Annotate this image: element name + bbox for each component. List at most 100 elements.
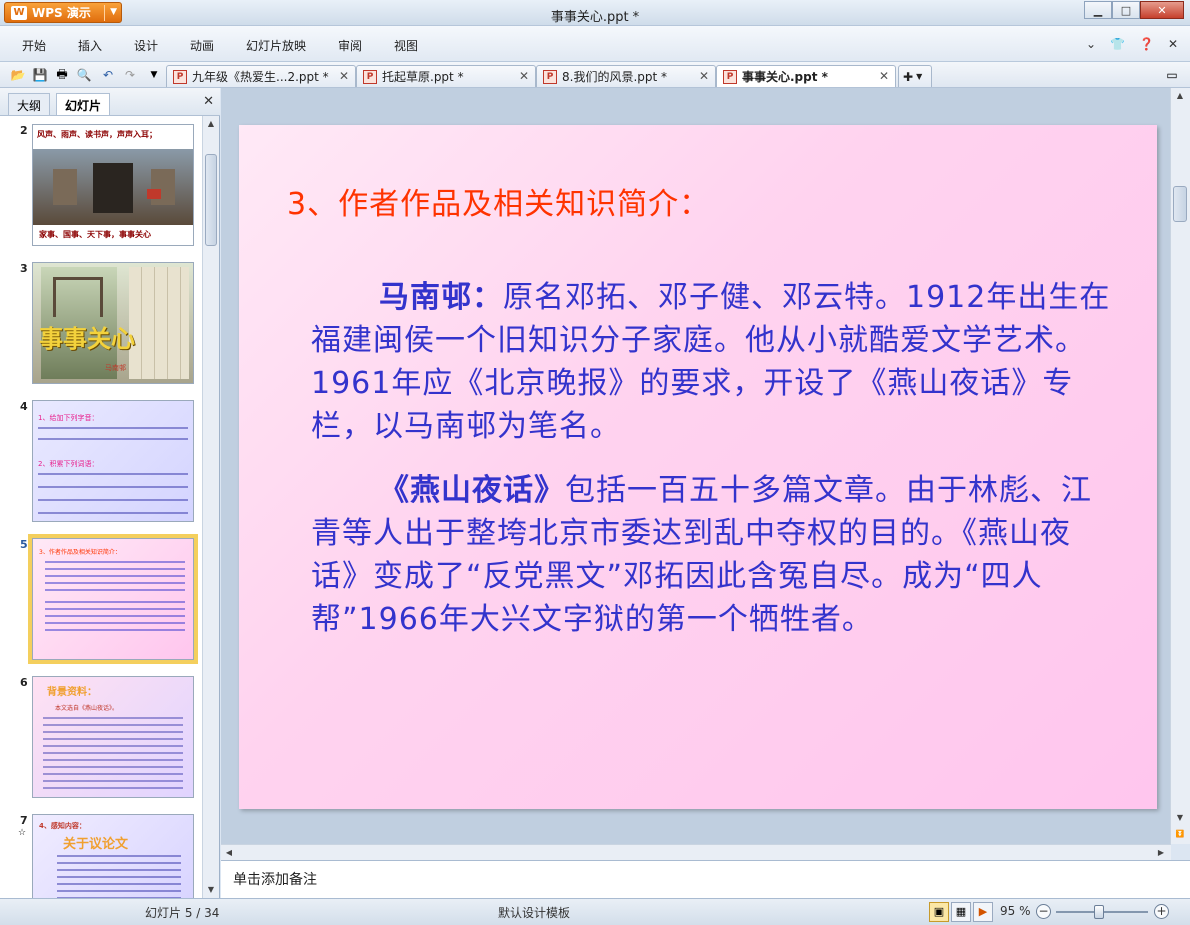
undo-icon[interactable]: ↶ — [100, 67, 116, 83]
tab-label: 事事关心.ppt * — [742, 70, 828, 84]
slide-number: 7 — [20, 814, 28, 827]
slide-number: 4 — [20, 400, 28, 413]
next-slide-icon[interactable]: ⏬ — [1171, 826, 1189, 842]
slide-thumbnail-3[interactable]: 事事关心 马南邨 — [32, 262, 194, 384]
scroll-left-icon[interactable]: ◀ — [221, 845, 237, 861]
thumb-heading: 4、感知内容： — [39, 822, 86, 830]
close-tab-icon[interactable]: ✕ — [339, 69, 349, 83]
normal-view-icon[interactable]: ▣ — [929, 902, 949, 922]
menu-insert[interactable]: 插入 — [78, 37, 102, 54]
close-tab-icon[interactable]: ✕ — [519, 69, 529, 83]
slide-thumbnail-5-selected[interactable]: 3、作者作品及相关知识简介： — [32, 538, 194, 660]
customize-toolbar-icon[interactable]: ▼ — [146, 67, 162, 83]
scrollbar-thumb[interactable] — [1173, 186, 1187, 222]
tab-list-icon[interactable]: ▭ — [1164, 67, 1180, 83]
tab-document-1[interactable]: P 九年级《热爱生...2.ppt * ✕ — [166, 65, 356, 87]
courtyard-image — [33, 149, 193, 225]
close-tab-icon[interactable]: ✕ — [879, 69, 889, 83]
status-bar: 幻灯片 5 / 34 默认设计模板 ▣ ▦ ▶ 95 % − + — [0, 898, 1190, 925]
ppt-file-icon: P — [173, 69, 187, 84]
zoom-level: 95 % — [1000, 904, 1031, 918]
notes-pane[interactable]: 单击添加备注 — [221, 860, 1190, 898]
help-icon[interactable]: ❓ — [1139, 37, 1154, 51]
scroll-up-icon[interactable]: ▲ — [203, 116, 219, 132]
window-title: 事事关心.ppt * — [550, 10, 640, 25]
thumb-sub: 本文选自《燕山夜话》。 — [55, 705, 119, 712]
menu-animation[interactable]: 动画 — [190, 37, 214, 54]
quick-access-toolbar: 📂 💾 🖶 🔍 ↶ ↷ ▼ P 九年级《热爱生...2.ppt * ✕ P 托起… — [0, 62, 1190, 88]
slide-thumbnail-7[interactable]: 4、感知内容： 关于议论文 — [32, 814, 194, 898]
slideshow-icon[interactable]: ▶ — [973, 902, 993, 922]
ppt-file-icon: P — [723, 69, 737, 84]
close-window-button[interactable]: ✕ — [1140, 1, 1184, 19]
slide-editor: 3、作者作品及相关知识简介： 马南邨：原名邓拓、邓子健、邓云特。1912年出生在… — [221, 88, 1190, 848]
tab-document-4[interactable]: P 事事关心.ppt * ✕ — [716, 65, 896, 87]
save-icon[interactable]: 💾 — [32, 67, 48, 83]
print-icon[interactable]: 🖶 — [54, 67, 70, 83]
scroll-up-icon[interactable]: ▲ — [1171, 88, 1189, 104]
slides-panel: 大纲 幻灯片 ✕ 2 风声、雨声、读书声，声声入耳； 家事、国事、天下事，事事关… — [0, 88, 220, 898]
slide-paragraph-1[interactable]: 马南邨：原名邓拓、邓子健、邓云特。1912年出生在福建闽侯一个旧知识分子家庭。他… — [311, 276, 1111, 448]
slide-thumbnail-6[interactable]: 背景资料： 本文选自《燕山夜话》。 — [32, 676, 194, 798]
thumb-text: 风声、雨声、读书声，声声入耳； — [37, 130, 157, 139]
slide-indicator: 幻灯片 5 / 34 — [145, 906, 220, 920]
ppt-file-icon: P — [543, 69, 557, 84]
slide-number: 5 — [20, 538, 28, 551]
thumb-heading: 1、给加下列字音： — [38, 414, 99, 422]
editor-scrollbar[interactable]: ▲ ▼ ⏬ — [1170, 88, 1190, 844]
slide-paragraph-2[interactable]: 《燕山夜话》包括一百五十多篇文章。由于林彪、江青等人出于整垮北京市委达到乱中夺权… — [311, 469, 1101, 641]
slide-number: 2 — [20, 124, 28, 137]
zoom-out-icon[interactable]: − — [1036, 904, 1051, 919]
print-preview-icon[interactable]: 🔍 — [76, 67, 92, 83]
thumb-heading: 背景资料： — [47, 687, 97, 698]
tab-slides[interactable]: 幻灯片 — [56, 93, 111, 115]
tab-label: 九年级《热爱生...2.ppt * — [192, 70, 329, 84]
tab-outline[interactable]: 大纲 — [8, 93, 51, 115]
title-bar: W WPS 演示 ▼ 事事关心.ppt * ▁ □ ✕ — [0, 0, 1190, 26]
open-folder-icon[interactable]: 📂 — [10, 67, 26, 83]
current-slide[interactable]: 3、作者作品及相关知识简介： 马南邨：原名邓拓、邓子健、邓云特。1912年出生在… — [239, 125, 1157, 809]
tab-document-2[interactable]: P 托起草原.ppt * ✕ — [356, 65, 536, 87]
menu-review[interactable]: 审阅 — [338, 37, 362, 54]
slide-thumbnail-2[interactable]: 风声、雨声、读书声，声声入耳； 家事、国事、天下事，事事关心 — [32, 124, 194, 246]
scroll-right-icon[interactable]: ▶ — [1153, 845, 1169, 861]
design-template-label[interactable]: 默认设计模板 — [498, 904, 570, 921]
minimize-button[interactable]: ▁ — [1084, 1, 1112, 19]
slide-thumbnail-list: 2 风声、雨声、读书声，声声入耳； 家事、国事、天下事，事事关心 3 事事关心 … — [0, 116, 202, 898]
close-tab-icon[interactable]: ✕ — [699, 69, 709, 83]
menu-design[interactable]: 设计 — [134, 37, 158, 54]
slide-thumbnail-4[interactable]: 1、给加下列字音： 2、积累下列词语： — [32, 400, 194, 522]
tab-document-3[interactable]: P 8.我们的风景.ppt * ✕ — [536, 65, 716, 87]
ribbon-menu-bar: 开始 插入 设计 动画 幻灯片放映 审阅 视图 ⌄ 👕 ❓ ✕ — [0, 26, 1190, 62]
zoom-in-icon[interactable]: + — [1154, 904, 1169, 919]
menu-home[interactable]: 开始 — [22, 37, 46, 54]
ppt-file-icon: P — [363, 69, 377, 84]
thumb-title: 事事关心 — [39, 325, 135, 353]
editor-horizontal-scrollbar[interactable]: ◀ ▶ — [221, 844, 1171, 860]
scrollbar-thumb[interactable] — [205, 154, 217, 246]
redo-icon[interactable]: ↷ — [122, 67, 138, 83]
slide-sorter-icon[interactable]: ▦ — [951, 902, 971, 922]
new-tab-button[interactable]: ✚ ▼ — [898, 65, 932, 87]
tab-label: 8.我们的风景.ppt * — [562, 70, 668, 84]
paragraph-2-lead: 《燕山夜话》 — [379, 473, 565, 508]
animation-star-icon: ☆ — [18, 828, 27, 838]
thumb-author: 马南邨 — [105, 364, 126, 372]
close-panel-icon[interactable]: ✕ — [203, 94, 214, 109]
maximize-button[interactable]: □ — [1112, 1, 1140, 19]
thumbnail-scrollbar[interactable]: ▲ ▼ — [202, 116, 219, 898]
scroll-down-icon[interactable]: ▼ — [203, 882, 219, 898]
ribbon-close-icon[interactable]: ✕ — [1168, 37, 1178, 51]
collapse-ribbon-icon[interactable]: ⌄ — [1086, 37, 1096, 51]
menu-view[interactable]: 视图 — [394, 37, 418, 54]
paragraph-1-lead: 马南邨： — [379, 280, 503, 315]
skin-icon[interactable]: 👕 — [1110, 37, 1125, 51]
slide-title[interactable]: 3、作者作品及相关知识简介： — [287, 179, 710, 223]
thumb-sub: 关于议论文 — [63, 837, 129, 852]
thumb-text: 家事、国事、天下事，事事关心 — [39, 230, 151, 239]
tab-label: 托起草原.ppt * — [382, 70, 464, 84]
slide-number: 3 — [20, 262, 28, 275]
scroll-down-icon[interactable]: ▼ — [1171, 810, 1189, 826]
menu-slideshow[interactable]: 幻灯片放映 — [246, 37, 306, 54]
zoom-slider-knob[interactable] — [1094, 905, 1104, 919]
